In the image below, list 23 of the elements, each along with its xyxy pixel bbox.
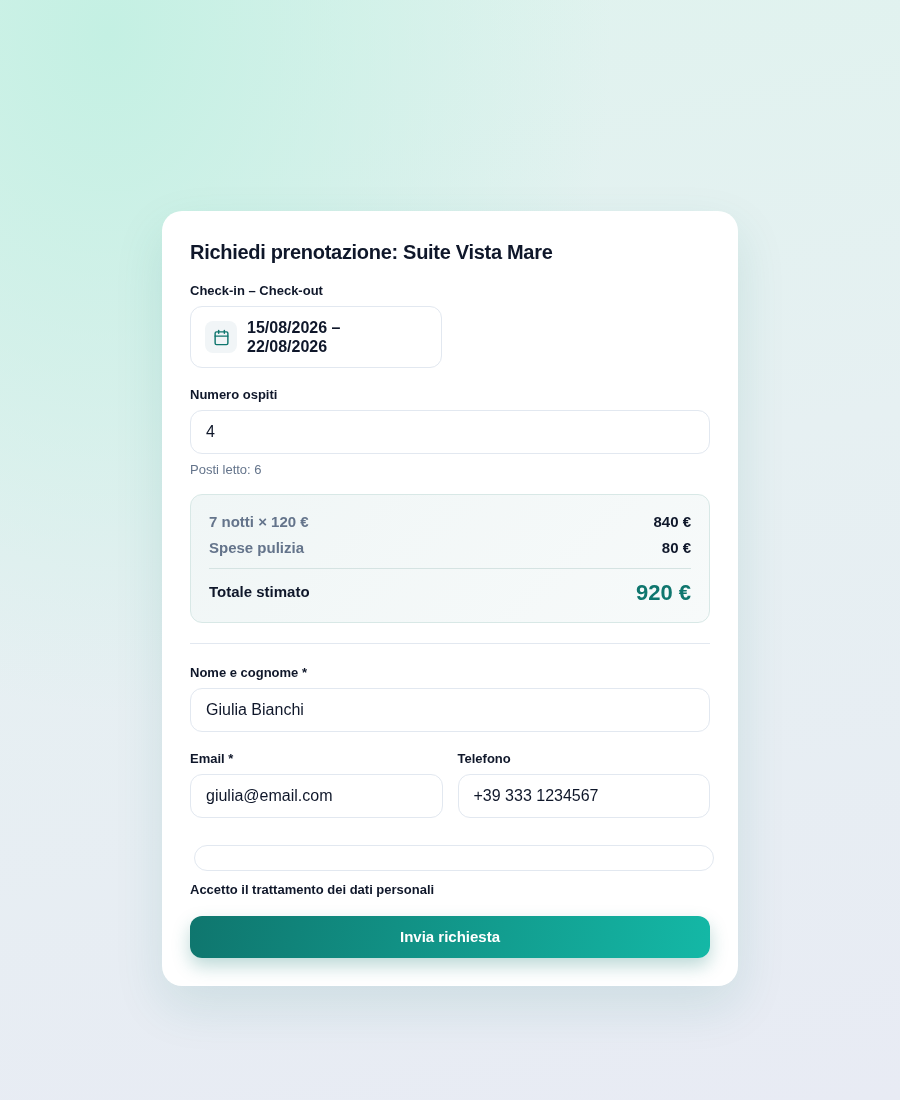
price-line-amount: 80 € (661, 537, 691, 558)
date-range-value: 15/08/2026 – 22/08/2026 (247, 318, 342, 356)
field-label: Email * (190, 750, 235, 768)
beds-hint: Posti letto: 6 (190, 461, 263, 479)
consent-field[interactable] (194, 845, 714, 871)
submit-button[interactable]: Invia richiesta (190, 916, 710, 958)
date-range-field[interactable]: 15/08/2026 – 22/08/2026 (190, 306, 442, 368)
field-label: Nome e cognome * (190, 664, 309, 682)
calendar-icon (205, 321, 237, 353)
field-label: Check-in – Check-out (190, 282, 324, 300)
email-input[interactable]: giulia@email.com (190, 774, 443, 818)
form-title: Richiedi prenotazione: Suite Vista Mare (190, 240, 554, 265)
field-label: Numero ospiti (190, 386, 279, 404)
total-amount: 920 € (635, 579, 691, 607)
phone-input[interactable]: +39 333 1234567 (457, 774, 710, 818)
total-label: Totale stimato (209, 582, 310, 603)
price-line-label: 7 notti × 120 € (209, 511, 309, 532)
guests-input[interactable]: 4 (190, 410, 710, 454)
price-line-label: Spese pulizia (209, 537, 305, 558)
name-input[interactable]: Giulia Bianchi (190, 688, 710, 732)
consent-label: Accetto il trattamento dei dati personali (190, 881, 436, 899)
field-label: Telefono (457, 750, 512, 768)
price-line-amount: 840 € (653, 511, 691, 532)
